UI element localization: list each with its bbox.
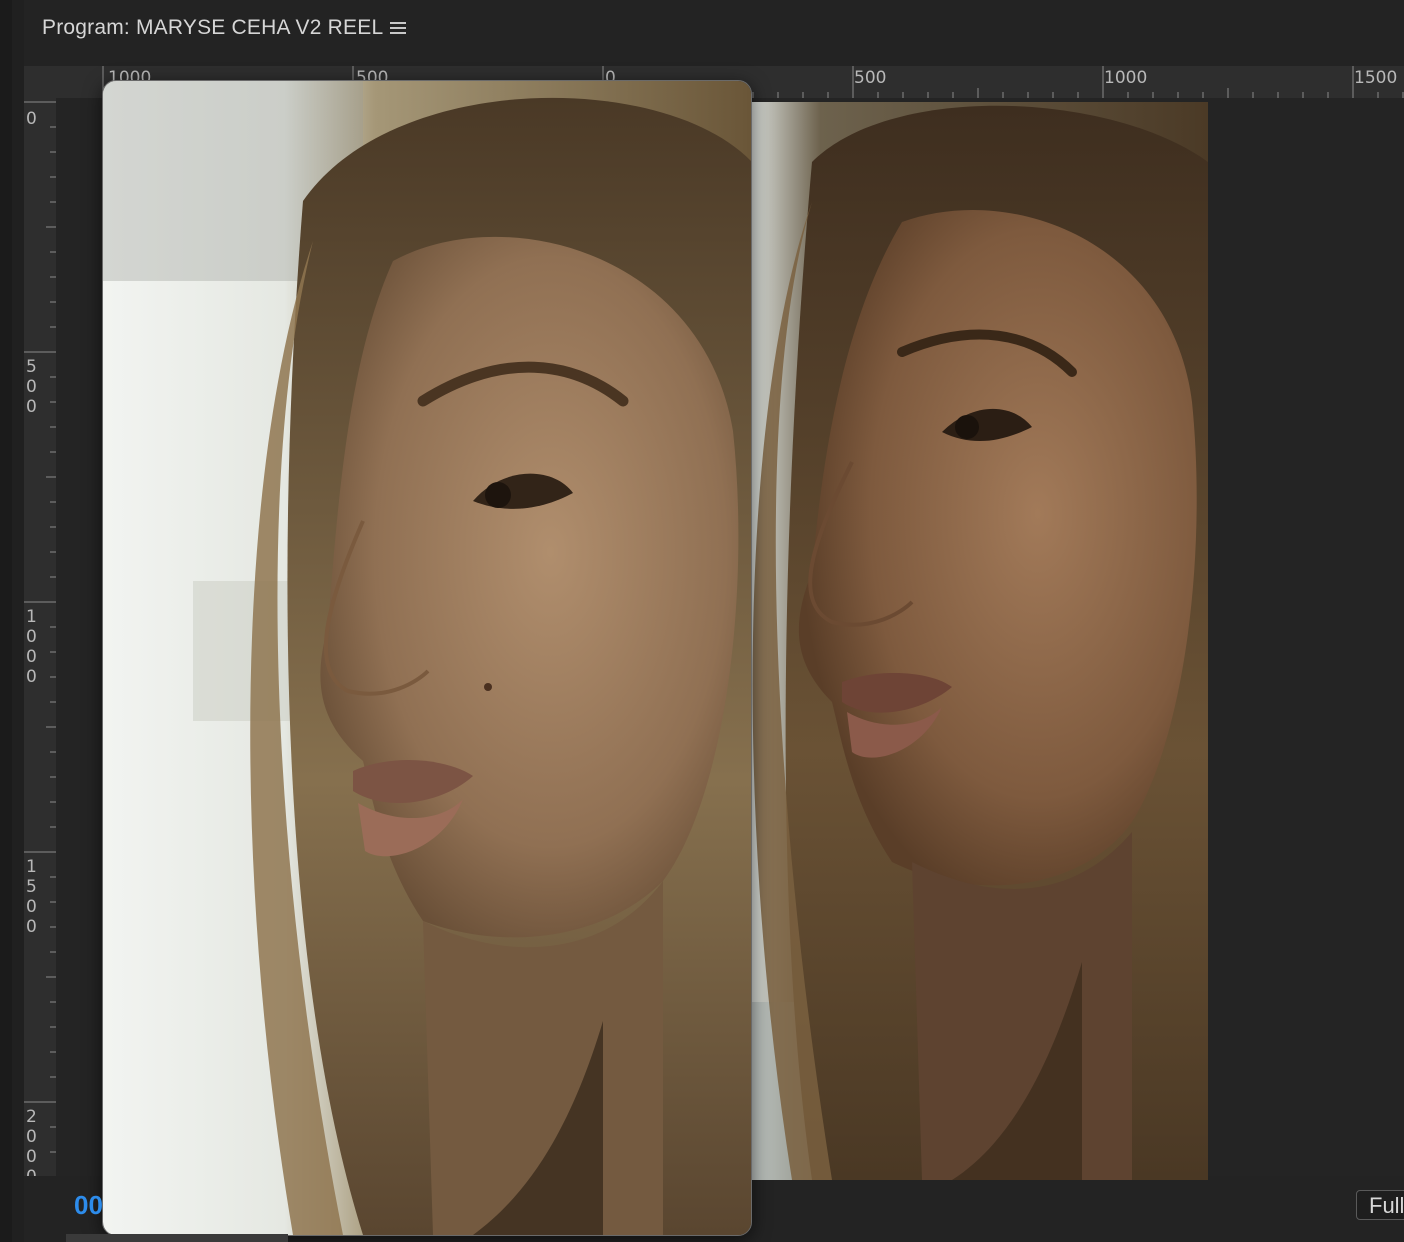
svg-text:0: 0 xyxy=(26,897,37,917)
fit-zoom-dropdown[interactable]: Full xyxy=(1356,1190,1404,1220)
svg-text:0: 0 xyxy=(26,109,37,129)
svg-text:1: 1 xyxy=(26,857,37,877)
svg-text:0: 0 xyxy=(26,667,37,687)
vruler-label: 500 xyxy=(26,357,37,417)
panel-left-edge xyxy=(0,0,12,1242)
svg-text:0: 0 xyxy=(26,1127,37,1147)
vruler-label: 0 xyxy=(26,109,37,129)
svg-text:0: 0 xyxy=(26,647,37,667)
svg-text:0: 0 xyxy=(26,1167,37,1176)
hamburger-menu-icon[interactable] xyxy=(388,19,408,39)
svg-text:2: 2 xyxy=(26,1107,37,1127)
vruler-label: 1500 xyxy=(26,857,37,937)
hruler-label: 1500 xyxy=(1354,68,1397,88)
hruler-label: 500 xyxy=(854,68,886,88)
svg-text:0: 0 xyxy=(26,1147,37,1167)
vruler-label: 2000 xyxy=(26,1107,37,1176)
svg-text:5: 5 xyxy=(26,877,37,897)
vruler-label: 1000 xyxy=(26,607,37,687)
hruler-label: 1000 xyxy=(1104,68,1147,88)
svg-text:0: 0 xyxy=(26,627,37,647)
svg-text:0: 0 xyxy=(26,377,37,397)
panel-title: Program: MARYSE CEHA V2 REEL xyxy=(42,16,384,39)
svg-text:0: 0 xyxy=(26,397,37,417)
panel-gutter xyxy=(12,0,24,1242)
svg-text:0: 0 xyxy=(26,917,37,937)
vertical-ruler[interactable]: 0 500 1000 1500 2000 xyxy=(24,98,56,1176)
floating-preview-window[interactable] xyxy=(102,80,752,1236)
svg-text:1: 1 xyxy=(26,607,37,627)
svg-text:5: 5 xyxy=(26,357,37,377)
horizontal-scrollbar[interactable] xyxy=(66,1234,288,1242)
playhead-timecode[interactable]: 00 xyxy=(74,1190,103,1221)
program-video-frame[interactable] xyxy=(752,102,1208,1180)
